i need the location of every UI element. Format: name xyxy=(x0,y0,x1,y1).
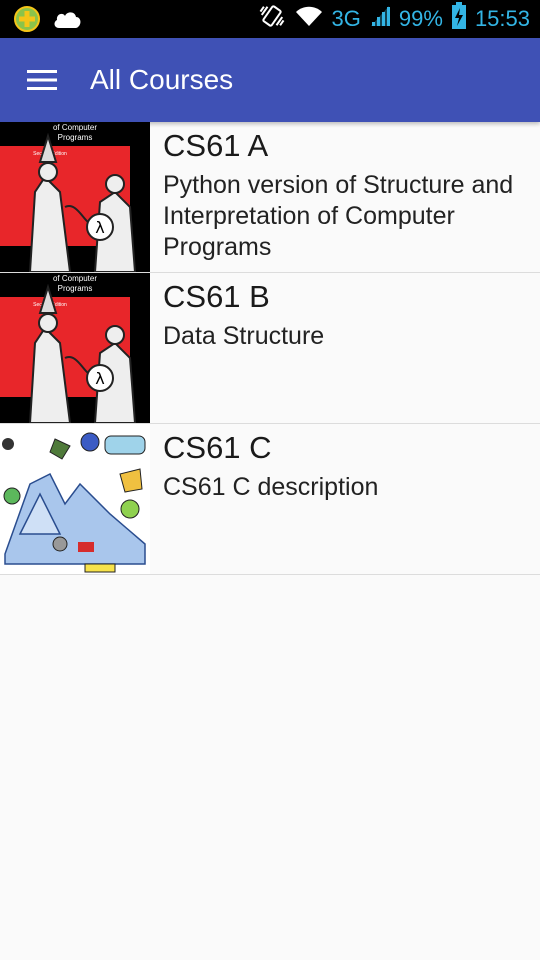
status-indicators: 3G 99% 15:53 xyxy=(258,0,530,38)
course-list: of Computer Programs Second Edition λ CS… xyxy=(0,122,540,575)
course-item-cs61a[interactable]: of Computer Programs Second Edition λ CS… xyxy=(0,122,540,273)
cloud-icon xyxy=(52,8,82,35)
page-title: All Courses xyxy=(90,64,234,95)
sicp-book-cover-image: of Computer Programs Second Edition λ xyxy=(0,273,150,423)
cover-caption-line1: of Computer xyxy=(53,274,97,283)
status-bar: 3G 99% 15:53 xyxy=(0,0,540,38)
network-type: 3G xyxy=(331,6,361,31)
plus-notification-icon xyxy=(14,6,40,37)
course-description: CS61 C description xyxy=(163,473,379,501)
status-notifications xyxy=(14,6,82,37)
battery-charging-icon xyxy=(451,2,467,36)
cover-caption-line1: of Computer xyxy=(53,123,97,132)
clock: 15:53 xyxy=(474,6,530,31)
hamburger-menu-icon[interactable] xyxy=(18,58,66,102)
cartoon-illustration-image xyxy=(0,424,150,574)
battery-percent: 99% xyxy=(398,6,443,31)
wifi-icon xyxy=(294,4,324,34)
course-item-cs61c[interactable]: CS61 C CS61 C description xyxy=(0,424,540,575)
vibrate-icon xyxy=(258,3,286,35)
course-title: CS61 C xyxy=(163,430,272,465)
cover-caption-line2: Programs xyxy=(58,133,93,142)
course-item-cs61b[interactable]: of Computer Programs Second Edition λ CS… xyxy=(0,273,540,424)
signal-icon xyxy=(369,4,391,34)
sicp-book-cover-image: of Computer Programs Second Edition λ xyxy=(0,122,150,272)
app-bar: All Courses xyxy=(0,38,540,122)
course-description: Python version of Structure and Interpre… xyxy=(163,171,514,261)
svg-text:λ: λ xyxy=(95,369,104,388)
cover-caption-line2: Programs xyxy=(58,284,93,293)
course-description: Data Structure xyxy=(163,322,325,350)
course-title: CS61 B xyxy=(163,279,270,314)
course-title: CS61 A xyxy=(163,128,269,163)
svg-text:λ: λ xyxy=(95,218,104,237)
